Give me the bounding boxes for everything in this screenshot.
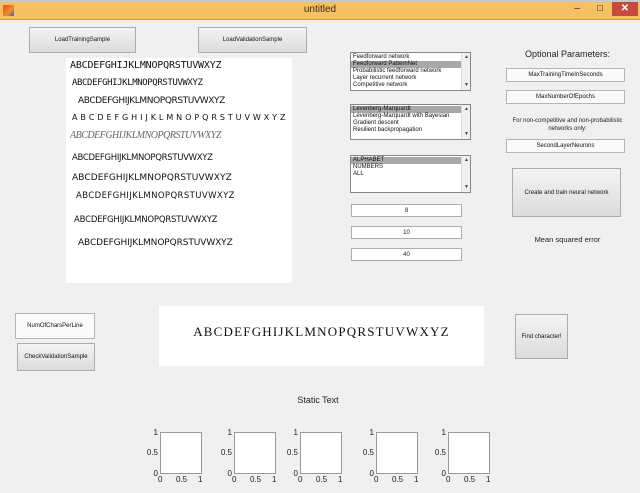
minimize-button[interactable]: –	[566, 2, 588, 16]
x-tick-label: 0	[374, 475, 379, 484]
y-tick-label: 1	[227, 428, 232, 437]
training-sample-image: ABCDEFGHIJKLMNOPQRSTUVWXYZ ABCDEFGHIJKLM…	[66, 58, 292, 283]
listbox-scrollbar[interactable]: ▲ ▼	[461, 53, 470, 90]
list-item[interactable]: Layer recurrent network	[351, 75, 461, 82]
list-item[interactable]: ALPHABET	[351, 157, 461, 164]
output-plot: 1 0.5 0 0 0.5 1	[435, 428, 492, 490]
training-sample-line: ABCDEFGHIJKLMNOPQRSTUVWXYZ	[70, 60, 222, 71]
y-tick-label: 0.5	[146, 448, 158, 457]
validation-sample-text: ABCDEFGHIJKLMNOPQRSTUVWXYZ	[193, 324, 450, 339]
maximize-button[interactable]: □	[590, 2, 610, 16]
y-tick-label: 0.5	[220, 448, 232, 457]
x-tick-label: 0.5	[250, 475, 262, 484]
x-tick-label: 0	[446, 475, 451, 484]
training-sample-line: ABCDEFGHIJKLMNOPQRSTUVWXYZ	[76, 191, 235, 201]
list-item[interactable]: Levenberg-Marquardt with Bayesian	[351, 113, 461, 120]
x-tick-label: 0.5	[316, 475, 328, 484]
output-plot: 1 0.5 0 0 0.5 1	[147, 428, 204, 490]
x-tick-label: 1	[338, 475, 343, 484]
check-validation-sample-button[interactable]: CheckValidationSample	[17, 343, 95, 371]
static-text-label: Static Text	[297, 395, 339, 405]
list-item[interactable]: Gradient descent	[351, 120, 461, 127]
training-sample-line: ABCDEFGHIJKLMNOPQRSTUVWXYZ	[74, 215, 218, 225]
output-plot: 1 0.5 0 0 0.5 1	[363, 428, 420, 490]
create-train-network-button[interactable]: Create and train neural network	[512, 168, 621, 217]
title-bar: untitled – □ ✕	[0, 2, 640, 20]
load-validation-sample-button[interactable]: LoadValidationSample	[198, 27, 307, 53]
x-tick-label: 1	[414, 475, 419, 484]
character-set-listbox[interactable]: ALPHABET NUMBERS ALL ▲ ▼	[350, 155, 471, 193]
optional-parameters-label: Optional Parameters:	[524, 49, 611, 59]
listbox-scrollbar[interactable]: ▲ ▼	[461, 105, 470, 139]
list-item[interactable]: Probabilistic feedforward network	[351, 68, 461, 75]
window-title: untitled	[303, 4, 337, 15]
validation-sample-image: ABCDEFGHIJKLMNOPQRSTUVWXYZ	[159, 306, 484, 366]
max-training-time-button[interactable]: MaxTrainingTimeInSeconds	[506, 68, 625, 82]
x-tick-label: 0	[232, 475, 237, 484]
y-tick-label: 0.5	[286, 448, 298, 457]
scroll-up-icon[interactable]: ▲	[463, 54, 470, 61]
scroll-up-icon[interactable]: ▲	[463, 106, 470, 113]
non-competitive-note: For non-competitive and non-probabilisti…	[512, 118, 623, 132]
x-tick-label: 1	[198, 475, 203, 484]
list-item[interactable]: Feedforward PatternNet	[351, 61, 461, 68]
scroll-down-icon[interactable]: ▼	[463, 131, 470, 138]
list-item[interactable]: Resilient backpropagation	[351, 127, 461, 134]
y-tick-label: 1	[441, 428, 446, 437]
plot-area	[300, 432, 342, 474]
edit-field-third[interactable]: 40	[351, 248, 462, 261]
x-tick-label: 0.5	[464, 475, 476, 484]
scroll-down-icon[interactable]: ▼	[463, 184, 470, 191]
x-tick-label: 0.5	[176, 475, 188, 484]
network-type-listbox[interactable]: Feedforward network Feedforward PatternN…	[350, 52, 471, 91]
edit-field-first[interactable]: 8	[351, 204, 462, 217]
output-plot: 1 0.5 0 0 0.5 1	[287, 428, 344, 490]
listbox-scrollbar[interactable]: ▲ ▼	[461, 156, 470, 192]
training-sample-line: ABCDEFGHIJKLMNOPQRSTUVWXYZ	[70, 130, 221, 141]
list-item[interactable]: NUMBERS	[351, 164, 461, 171]
plot-area	[160, 432, 202, 474]
close-button[interactable]: ✕	[612, 2, 638, 16]
mean-squared-error-label: Mean squared error	[534, 235, 601, 244]
x-tick-label: 0	[158, 475, 163, 484]
scroll-down-icon[interactable]: ▼	[463, 82, 470, 89]
output-plot: 1 0.5 0 0 0.5 1	[221, 428, 278, 490]
load-training-sample-button[interactable]: LoadTrainingSample	[29, 27, 136, 53]
plot-area	[448, 432, 490, 474]
y-tick-label: 1	[293, 428, 298, 437]
training-sample-line: ABCDEFGHIJKLMNOPQRSTUVWXYZ	[72, 173, 232, 183]
find-character-button[interactable]: Find character!	[515, 314, 568, 359]
y-tick-label: 0.5	[362, 448, 374, 457]
y-tick-label: 1	[153, 428, 158, 437]
training-sample-line: A B C D E F G H I J K L M N O P Q R S T …	[72, 113, 286, 122]
plot-area	[234, 432, 276, 474]
training-sample-line: ABCDEFGHIJKLMNOPQRSTUVWXYZ	[72, 78, 203, 88]
edit-field-second[interactable]: 10	[351, 226, 462, 239]
y-tick-label: 1	[369, 428, 374, 437]
list-item[interactable]: Competitive network	[351, 82, 461, 89]
plot-area	[376, 432, 418, 474]
x-tick-label: 1	[272, 475, 277, 484]
x-tick-label: 1	[486, 475, 491, 484]
second-layer-neurons-button[interactable]: SecondLayerNeurons	[506, 139, 625, 153]
training-sample-line: ABCDEFGHIJKLMNOPQRSTUVWXYZ	[78, 238, 233, 248]
list-item[interactable]: Levenberg-Marquardt	[351, 106, 461, 113]
list-item[interactable]: Feedforward network	[351, 54, 461, 61]
list-item[interactable]: ALL	[351, 171, 461, 178]
y-tick-label: 0.5	[434, 448, 446, 457]
scroll-up-icon[interactable]: ▲	[463, 157, 470, 164]
training-sample-line: ABCDEFGHIJKLMNOPQRSTUVWXYZ	[72, 153, 213, 163]
training-algorithm-listbox[interactable]: Levenberg-Marquardt Levenberg-Marquardt …	[350, 104, 471, 140]
num-chars-per-line-button[interactable]: NumOfCharsPerLine	[15, 313, 95, 339]
training-sample-line: ABCDEFGHIJKLMNOPQRSTUVWXYZ	[78, 96, 225, 106]
x-tick-label: 0	[298, 475, 303, 484]
max-epochs-button[interactable]: MaxNumberOfEpochs	[506, 90, 625, 104]
x-tick-label: 0.5	[392, 475, 404, 484]
